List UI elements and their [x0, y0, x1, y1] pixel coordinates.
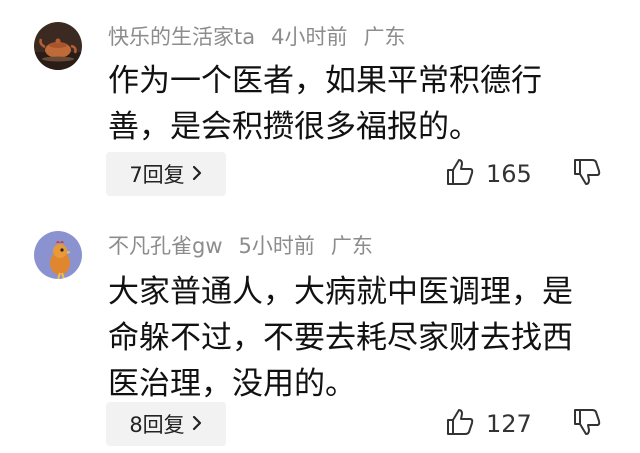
- username[interactable]: 不凡孔雀gw: [108, 234, 223, 258]
- username[interactable]: 快乐的生活家ta: [108, 25, 255, 49]
- chevron-right-icon: [191, 162, 203, 186]
- like-count: 165: [486, 160, 532, 188]
- comment-location: 广东: [330, 234, 373, 258]
- comment-text[interactable]: 作为一个医者，如果平常积德行 善，是会积攒很多福报的。: [108, 58, 608, 150]
- replies-button[interactable]: 7回复: [106, 152, 226, 196]
- like-button[interactable]: 127: [444, 402, 532, 446]
- comment-text-line: 善，是会积攒很多福报的。: [108, 109, 480, 145]
- comment-meta: 不凡孔雀gw 5小时前 广东: [108, 231, 389, 261]
- replies-label: 7回复: [129, 163, 185, 187]
- comment-text-line: 命躲不过，不要去耗尽家财去找西: [108, 320, 573, 356]
- comment-text[interactable]: 大家普通人，大病就中医调理，是 命躲不过，不要去耗尽家财去找西 医治理，没用的。: [108, 269, 608, 407]
- thumbs-up-icon: [444, 406, 476, 442]
- dislike-button[interactable]: [570, 152, 604, 196]
- teapot-avatar-icon[interactable]: [34, 22, 82, 70]
- like-button[interactable]: 165: [444, 152, 532, 196]
- dislike-button[interactable]: [570, 402, 604, 446]
- comment-text-line: 医治理，没用的。: [108, 366, 356, 402]
- comment-time: 4小时前: [271, 25, 348, 49]
- rooster-avatar-icon[interactable]: [34, 231, 82, 279]
- thumbs-down-icon: [571, 406, 603, 442]
- comment-time: 5小时前: [238, 234, 315, 258]
- comment-location: 广东: [363, 25, 406, 49]
- thumbs-down-icon: [571, 156, 603, 192]
- comment-text-line: 大家普通人，大病就中医调理，是: [108, 274, 573, 310]
- chevron-right-icon: [191, 412, 203, 436]
- replies-button[interactable]: 8回复: [106, 402, 226, 446]
- comment-meta: 快乐的生活家ta 4小时前 广东: [108, 22, 421, 52]
- like-count: 127: [486, 410, 532, 438]
- thumbs-up-icon: [444, 156, 476, 192]
- replies-label: 8回复: [129, 413, 185, 437]
- comment-text-line: 作为一个医者，如果平常积德行: [108, 63, 542, 99]
